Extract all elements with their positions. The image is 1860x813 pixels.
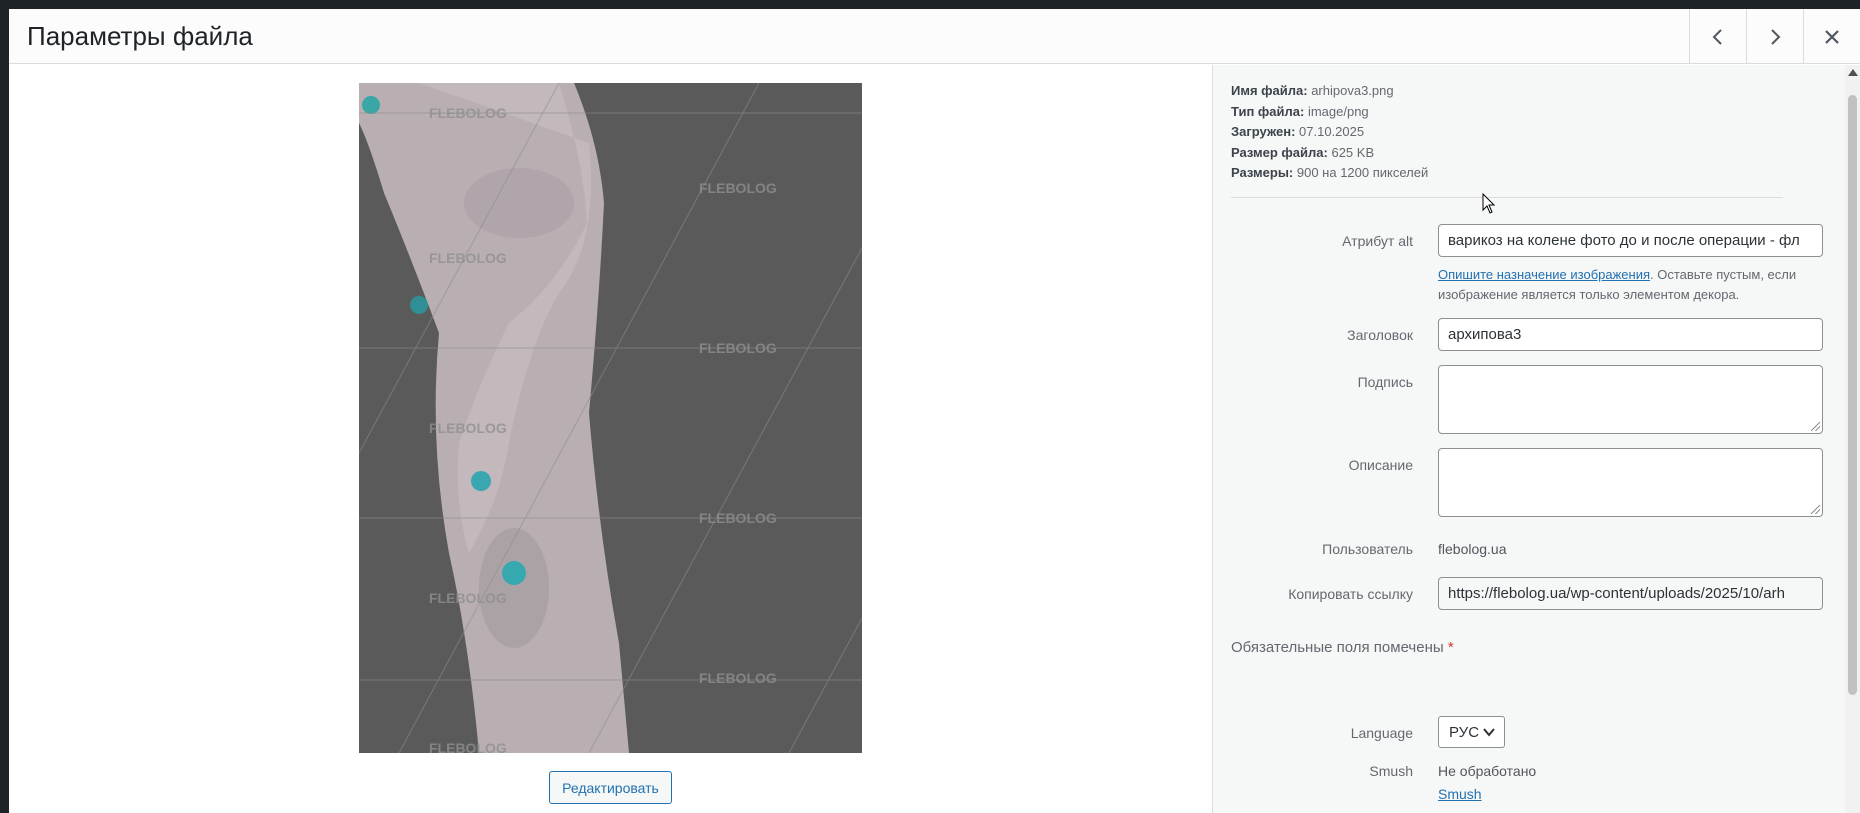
- watermark-text: FLEBOLOG: [429, 740, 507, 753]
- alt-help-link[interactable]: Опишите назначение изображения: [1438, 267, 1650, 282]
- chevron-left-icon: [1712, 28, 1722, 45]
- watermark-text: FLEBOLOG: [699, 510, 777, 526]
- file-meta: Имя файла: arhipova3.png Тип файла: imag…: [1231, 81, 1428, 184]
- image-preview: FLEBOLOG FLEBOLOG FLEBOLOG FLEBOLOG FLEB…: [359, 83, 862, 753]
- alt-help-text: Опишите назначение изображения. Оставьте…: [1438, 265, 1838, 305]
- meta-dimensions: Размеры: 900 на 1200 пикселей: [1231, 163, 1428, 184]
- meta-filetype: Тип файла: image/png: [1231, 102, 1428, 123]
- next-button[interactable]: [1746, 9, 1803, 64]
- page-title: Параметры файла: [27, 21, 253, 51]
- meta-value: arhipova3.png: [1311, 83, 1394, 98]
- description-label: Описание: [1348, 457, 1413, 473]
- mouse-cursor-icon: [1482, 193, 1496, 214]
- watermark-text: FLEBOLOG: [429, 250, 507, 266]
- divider: [1231, 197, 1783, 198]
- meta-label: Имя файла:: [1231, 83, 1308, 98]
- resize-grip-icon[interactable]: [1811, 505, 1820, 514]
- title-label: Заголовок: [1347, 327, 1413, 343]
- watermark-text: FLEBOLOG: [429, 590, 507, 606]
- watermark-text: FLEBOLOG: [429, 105, 507, 121]
- required-text: Обязательные поля помечены: [1231, 639, 1444, 656]
- resize-grip-icon[interactable]: [1811, 422, 1820, 431]
- meta-filesize: Размер файла: 625 KB: [1231, 143, 1428, 164]
- language-value: РУС: [1449, 723, 1480, 741]
- watermark-text: FLEBOLOG: [429, 420, 507, 436]
- required-star: *: [1447, 639, 1454, 656]
- caption-textarea[interactable]: [1438, 365, 1823, 434]
- close-icon: [1825, 29, 1839, 44]
- close-button[interactable]: [1803, 9, 1860, 64]
- user-value: flebolog.ua: [1438, 541, 1507, 557]
- language-label: Language: [1350, 725, 1413, 741]
- image-preview-pane: FLEBOLOG FLEBOLOG FLEBOLOG FLEBOLOG FLEB…: [9, 65, 1212, 813]
- smush-label: Smush: [1369, 763, 1413, 779]
- language-select[interactable]: РУС: [1438, 716, 1505, 748]
- title-input[interactable]: архипова3: [1438, 318, 1823, 351]
- meta-value: 07.10.2025: [1299, 124, 1365, 139]
- smush-status: Не обработано: [1438, 763, 1537, 779]
- scrollbar[interactable]: [1845, 65, 1860, 813]
- meta-value: 625 KB: [1331, 144, 1375, 160]
- attachment-details-pane: Имя файла: arhipova3.png Тип файла: imag…: [1212, 65, 1860, 813]
- meta-label: Тип файла:: [1231, 103, 1305, 119]
- copy-link-input[interactable]: https://flebolog.ua/wp-content/uploads/2…: [1438, 577, 1823, 610]
- caption-label: Подпись: [1357, 374, 1413, 390]
- watermark-text: FLEBOLOG: [699, 670, 777, 686]
- meta-uploaded: Загружен: 07.10.2025: [1231, 122, 1428, 143]
- alt-text-input[interactable]: варикоз на колене фото до и после операц…: [1438, 224, 1823, 257]
- smush-link[interactable]: Smush: [1438, 786, 1482, 802]
- meta-label: Загружен:: [1231, 124, 1296, 139]
- copy-link-label: Копировать ссылку: [1288, 586, 1413, 602]
- user-label: Пользователь: [1322, 541, 1413, 557]
- previous-button[interactable]: [1689, 9, 1746, 64]
- meta-label: Размер файла:: [1231, 144, 1328, 160]
- chevron-down-icon: [1483, 728, 1495, 737]
- required-note: Обязательные поля помечены *: [1231, 639, 1454, 656]
- watermark-text: FLEBOLOG: [699, 340, 777, 356]
- meta-value: 900 на 1200 пикселей: [1296, 165, 1429, 180]
- media-modal: Параметры файла FLEBOLOG FLEBOLOG FLEBOL…: [9, 9, 1860, 813]
- description-textarea[interactable]: [1438, 448, 1823, 517]
- scroll-thumb[interactable]: [1848, 95, 1857, 695]
- watermark-text: FLEBOLOG: [699, 180, 777, 196]
- meta-label: Размеры:: [1231, 165, 1294, 180]
- leg-photo: FLEBOLOG FLEBOLOG FLEBOLOG FLEBOLOG FLEB…: [359, 83, 862, 753]
- meta-value: image/png: [1307, 103, 1369, 119]
- chevron-right-icon: [1771, 28, 1781, 45]
- modal-header: Параметры файла: [9, 9, 1860, 64]
- edit-image-button[interactable]: Редактировать: [549, 771, 672, 804]
- alt-label: Атрибут alt: [1342, 233, 1413, 249]
- scroll-up-arrow-icon[interactable]: [1848, 69, 1858, 76]
- meta-filename: Имя файла: arhipova3.png: [1231, 81, 1428, 102]
